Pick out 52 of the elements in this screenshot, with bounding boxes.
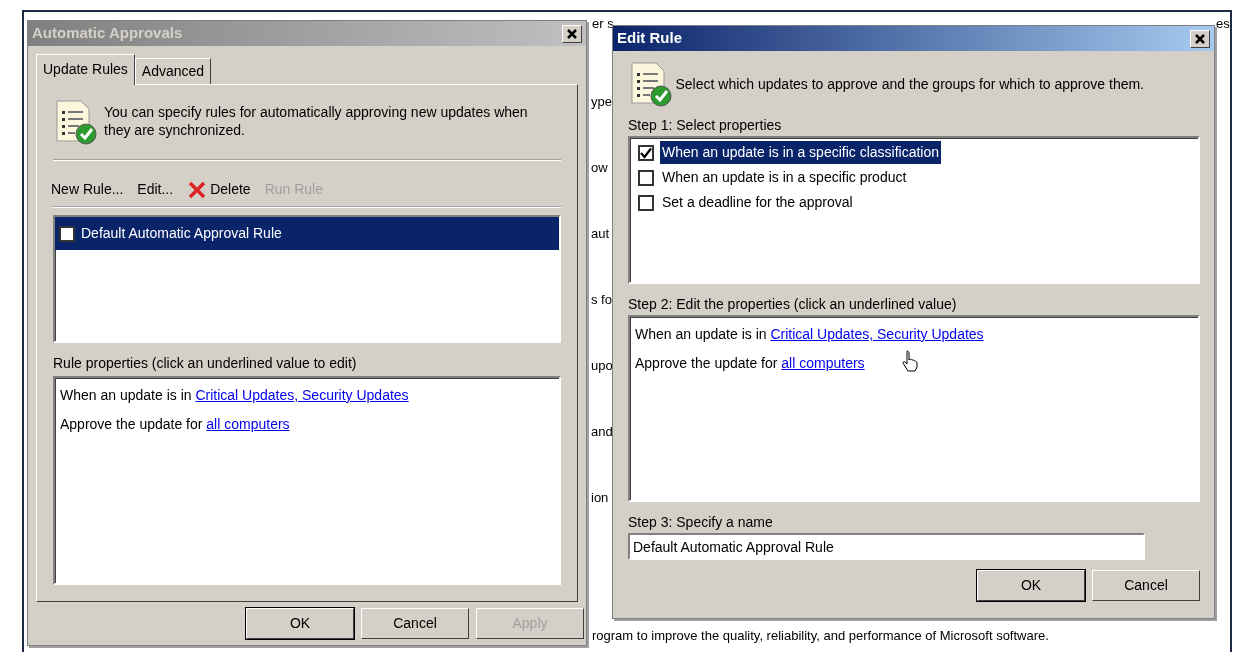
- window-title: Edit Rule: [617, 28, 682, 49]
- hand-cursor-icon: [902, 350, 918, 372]
- checkbox[interactable]: [59, 225, 75, 242]
- toolbar-button[interactable]: Delete: [187, 179, 251, 200]
- background-text: rogram to improve the quality, reliability, and performance of Microsoft software.: [592, 628, 1049, 644]
- close-icon: [1195, 33, 1205, 44]
- close-button[interactable]: [1190, 29, 1210, 48]
- toolbar-button[interactable]: New Rule...: [51, 179, 124, 200]
- checkmark-icon: [640, 146, 652, 159]
- background-text: upo: [591, 358, 613, 374]
- section-label: Step 3: Specify a name: [628, 513, 774, 532]
- section-label: Rule properties (click an underlined value to edit): [53, 354, 358, 373]
- background-text: s fo: [591, 292, 613, 308]
- dialog-button[interactable]: Cancel: [1092, 570, 1200, 601]
- tab[interactable]: Update Rules: [36, 54, 135, 85]
- property-sentence: Approve the update for all computers: [59, 415, 291, 434]
- property-option[interactable]: When an update is in a specific product: [630, 165, 1198, 190]
- delete-icon: [187, 179, 208, 200]
- property-link[interactable]: Critical Updates, Security Updates: [195, 387, 409, 403]
- background-text: ow: [591, 160, 609, 176]
- window-title: Automatic Approvals: [32, 23, 183, 44]
- rule-item[interactable]: Default Automatic Approval Rule: [55, 217, 559, 250]
- background-text: es: [1216, 16, 1230, 32]
- checklist-document-icon: [53, 99, 97, 145]
- dialog-button[interactable]: Cancel: [361, 608, 469, 639]
- section-label: Step 2: Edit the properties (click an underlined value): [628, 295, 958, 314]
- checklist-document-icon: [628, 61, 672, 107]
- property-sentence: When an update is in Critical Updates, Security Updates: [59, 386, 410, 405]
- property-option[interactable]: When an update is in a specific classification: [630, 140, 1198, 165]
- name-field[interactable]: Default Automatic Approval Rule: [628, 533, 1145, 560]
- property-link[interactable]: all computers: [781, 355, 865, 371]
- property-link[interactable]: Critical Updates, Security Updates: [770, 326, 984, 342]
- toolbar-button[interactable]: Edit...: [137, 179, 174, 200]
- background-text: ype: [591, 94, 613, 110]
- background-text: ion: [591, 490, 610, 506]
- intro-text: Select which updates to approve and the groups for which to approve them.: [675, 74, 1144, 94]
- intro-text: You can specify rules for automatically approving new updates when they are synchronized.: [104, 103, 529, 139]
- checkbox[interactable]: [638, 194, 654, 211]
- property-sentence: When an update is in Critical Updates, Security Updates: [634, 325, 985, 344]
- checkbox[interactable]: [638, 169, 654, 186]
- dialog-button[interactable]: OK: [246, 608, 354, 639]
- property-option[interactable]: Set a deadline for the approval: [630, 190, 1198, 215]
- property-link[interactable]: all computers: [206, 416, 290, 432]
- dialog-button[interactable]: OK: [977, 570, 1085, 601]
- close-button[interactable]: [562, 24, 582, 43]
- section-label: Step 1: Select properties: [628, 116, 783, 135]
- checkbox[interactable]: [638, 144, 654, 161]
- background-text: and: [591, 424, 613, 440]
- background-text: aut: [591, 226, 611, 242]
- property-sentence: Approve the update for all computers: [634, 354, 866, 373]
- tab[interactable]: Advanced: [134, 58, 212, 84]
- close-icon: [567, 28, 577, 39]
